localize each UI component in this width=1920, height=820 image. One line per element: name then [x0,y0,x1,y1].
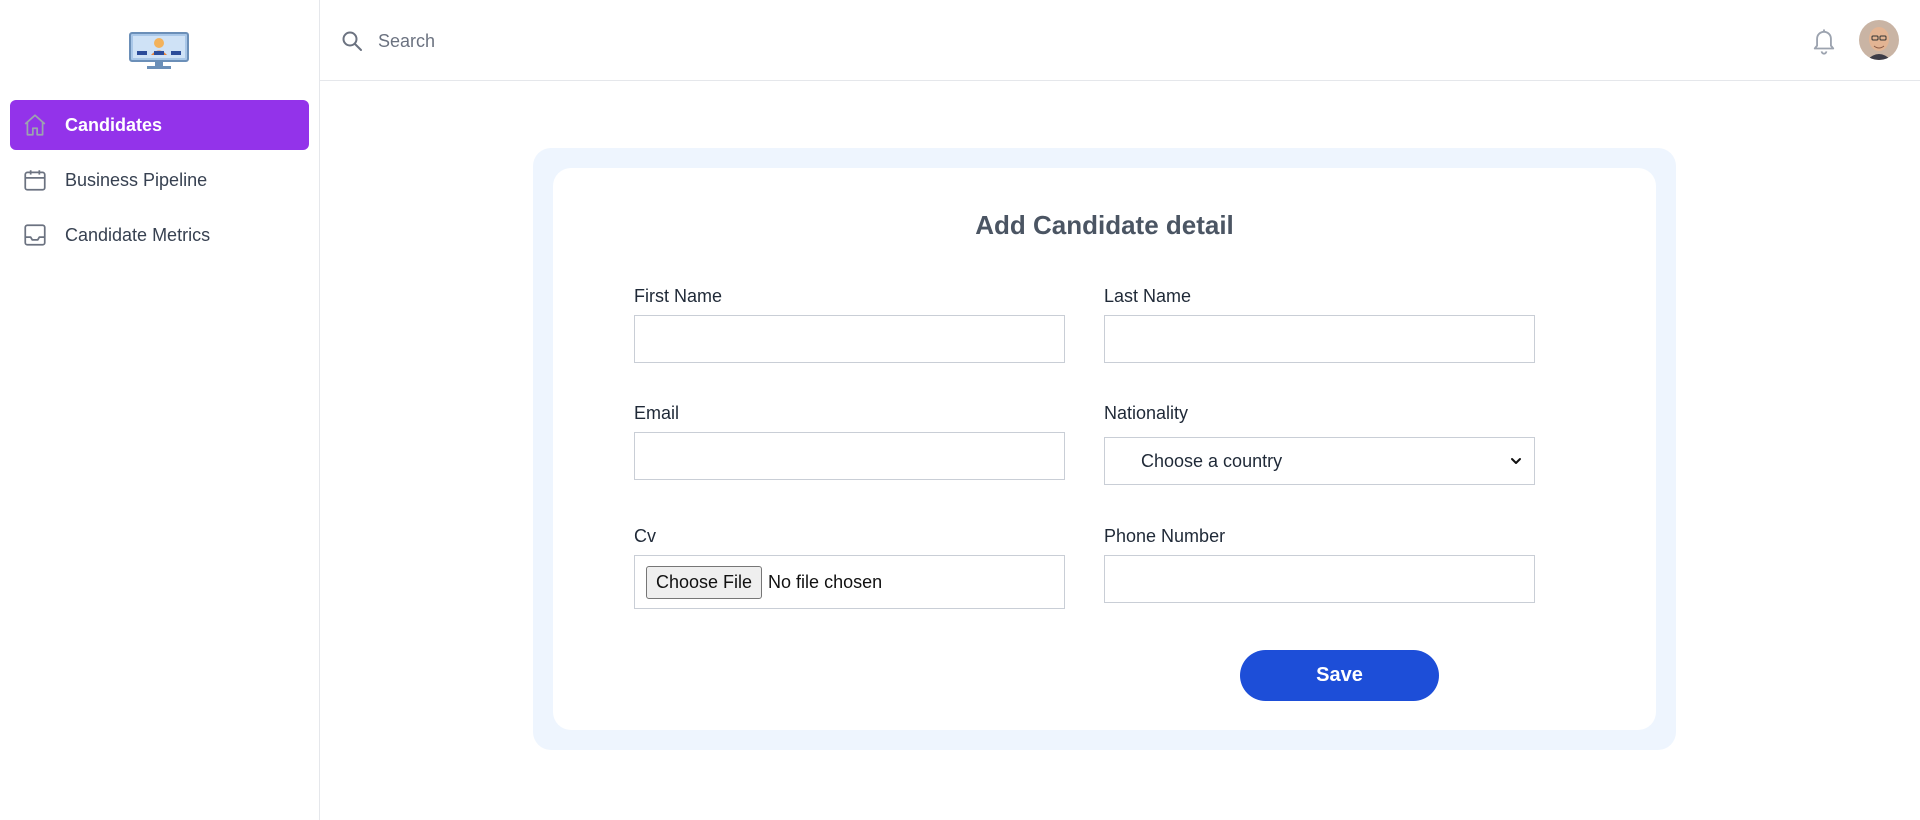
last-name-label: Last Name [1104,286,1192,306]
choose-file-button[interactable]: Choose File [646,565,763,599]
search-icon [340,29,364,53]
nationality-selected-value: Choose a country [1104,437,1535,485]
form-title: Add Candidate detail [975,210,1234,240]
calendar-icon [22,167,48,193]
form-card-container: Add Candidate detail First Name Last Nam… [533,148,1676,750]
search-input[interactable] [378,24,978,58]
nationality-label: Nationality [1104,403,1189,423]
last-name-input[interactable] [1104,315,1535,363]
sidebar-item-candidates[interactable]: Candidates [10,100,309,150]
nationality-select[interactable]: Choose a country [1104,437,1535,485]
phone-number-label: Phone Number [1104,526,1226,546]
avatar[interactable] [1859,20,1899,60]
cv-file-input[interactable]: Choose File No file chosen [634,555,1065,609]
sidebar-item-label: Candidates [65,114,163,135]
candidate-form: Add Candidate detail First Name Last Nam… [553,168,1656,730]
phone-number-field: Phone Number [1104,526,1535,603]
chevron-down-icon [1509,454,1523,468]
top-bar [320,0,1920,81]
phone-number-input[interactable] [1104,555,1535,603]
sidebar-item-label: Business Pipeline [65,169,208,190]
email-field: Email [634,403,1065,480]
first-name-field: First Name [634,286,1065,363]
file-status-text: No file chosen [768,571,883,592]
nationality-field: Nationality Choose a country [1104,403,1535,485]
app-logo[interactable] [129,32,189,70]
inbox-icon [22,222,48,248]
last-name-field: Last Name [1104,286,1535,363]
cv-label: Cv [634,526,656,546]
cv-field: Cv Choose File No file chosen [634,526,1065,609]
sidebar-item-business-pipeline[interactable]: Business Pipeline [10,155,309,205]
bell-icon[interactable] [1810,26,1838,56]
sidebar-nav: Candidates Business Pipeline Candidate M… [10,100,309,265]
sidebar: Candidates Business Pipeline Candidate M… [0,0,320,820]
first-name-input[interactable] [634,315,1065,363]
sidebar-item-label: Candidate Metrics [65,224,211,245]
email-label: Email [634,403,680,423]
email-input[interactable] [634,432,1065,480]
home-icon [22,112,48,138]
save-button[interactable]: Save [1240,650,1439,701]
first-name-label: First Name [634,286,723,306]
sidebar-item-candidate-metrics[interactable]: Candidate Metrics [10,210,309,260]
